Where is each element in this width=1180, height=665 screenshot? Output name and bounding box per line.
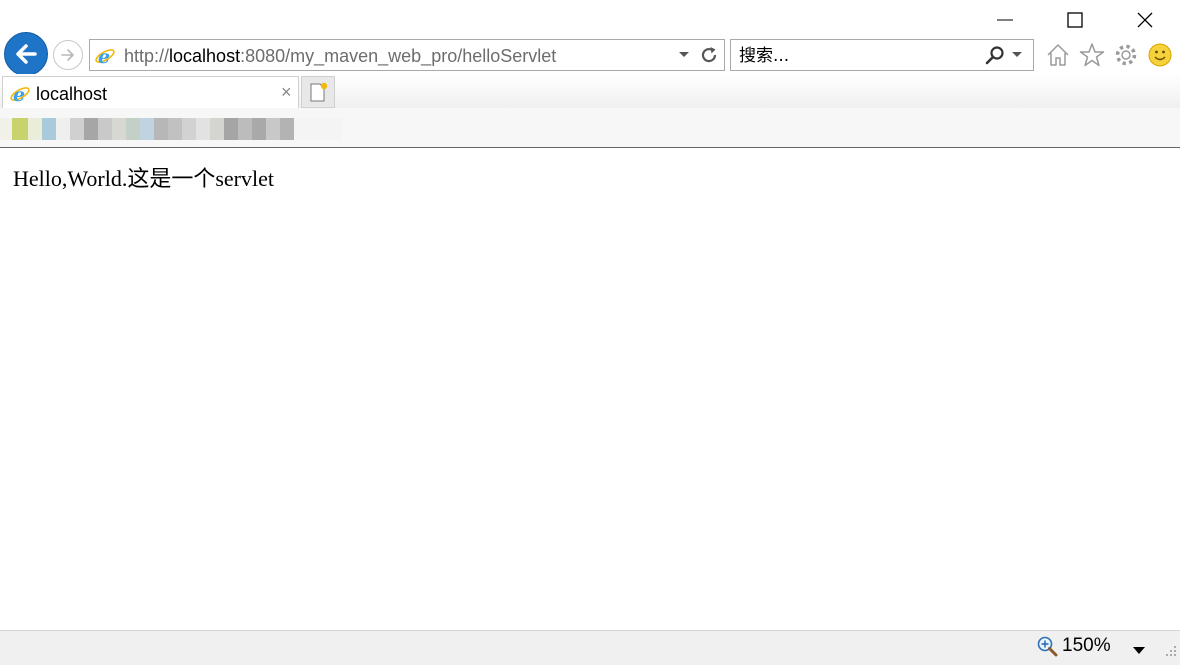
resize-grip-icon[interactable] (1165, 644, 1177, 662)
magnifier-icon[interactable] (984, 45, 1006, 72)
address-bar[interactable]: e http://localhost:8080/my_maven_web_pro… (89, 39, 725, 71)
internet-explorer-icon: e (94, 45, 116, 72)
back-arrow-icon (16, 44, 37, 64)
url-path: :8080/my_maven_web_pro/helloServlet (240, 46, 557, 66)
minimize-icon (997, 19, 1013, 21)
tab-close-button[interactable]: × (281, 82, 292, 103)
settings-button[interactable] (1112, 41, 1140, 69)
gear-icon (1115, 44, 1137, 66)
smiley-icon (1148, 43, 1172, 67)
new-tab-button[interactable] (301, 76, 335, 108)
tab-localhost[interactable]: e localhost × (2, 76, 299, 109)
page-content: Hello,World.这是一个servlet (0, 149, 1180, 630)
navigation-bar: e http://localhost:8080/my_maven_web_pro… (0, 32, 1180, 78)
home-button[interactable] (1044, 41, 1072, 69)
svg-text:e: e (13, 84, 25, 105)
close-icon (1137, 12, 1153, 28)
tab-title: localhost (36, 84, 108, 104)
search-input[interactable] (739, 45, 969, 67)
new-tab-icon (310, 82, 328, 102)
zoom-control[interactable]: 150% (1036, 635, 1111, 657)
tab-bar: e localhost × (0, 74, 1180, 109)
zoom-level: 150% (1062, 635, 1111, 656)
back-button[interactable] (4, 32, 48, 76)
blurred-favorites (0, 118, 370, 140)
zoom-in-icon (1037, 636, 1058, 657)
address-dropdown-icon[interactable] (678, 47, 690, 65)
url-text[interactable]: http://localhost:8080/my_maven_web_pro/h… (124, 46, 556, 67)
refresh-icon[interactable] (698, 44, 720, 71)
page-body-text: Hello,World.这是一个servlet (13, 166, 274, 191)
feedback-button[interactable] (1146, 41, 1174, 69)
favorites-bar (0, 108, 1180, 148)
forward-button[interactable] (53, 40, 83, 70)
forward-arrow-icon (61, 49, 74, 61)
favorites-button[interactable] (1078, 41, 1106, 69)
search-box[interactable] (730, 39, 1034, 71)
command-icons (1044, 41, 1174, 69)
status-bar: 150% (0, 630, 1180, 665)
zoom-dropdown-icon[interactable] (1132, 643, 1146, 661)
home-icon (1047, 44, 1069, 66)
maximize-icon (1067, 12, 1083, 28)
url-host: localhost (169, 46, 241, 66)
search-dropdown-icon[interactable] (1011, 47, 1023, 65)
svg-text:e: e (98, 46, 110, 67)
internet-explorer-icon: e (9, 83, 31, 110)
star-icon (1079, 43, 1105, 67)
url-scheme: http:// (124, 46, 170, 66)
